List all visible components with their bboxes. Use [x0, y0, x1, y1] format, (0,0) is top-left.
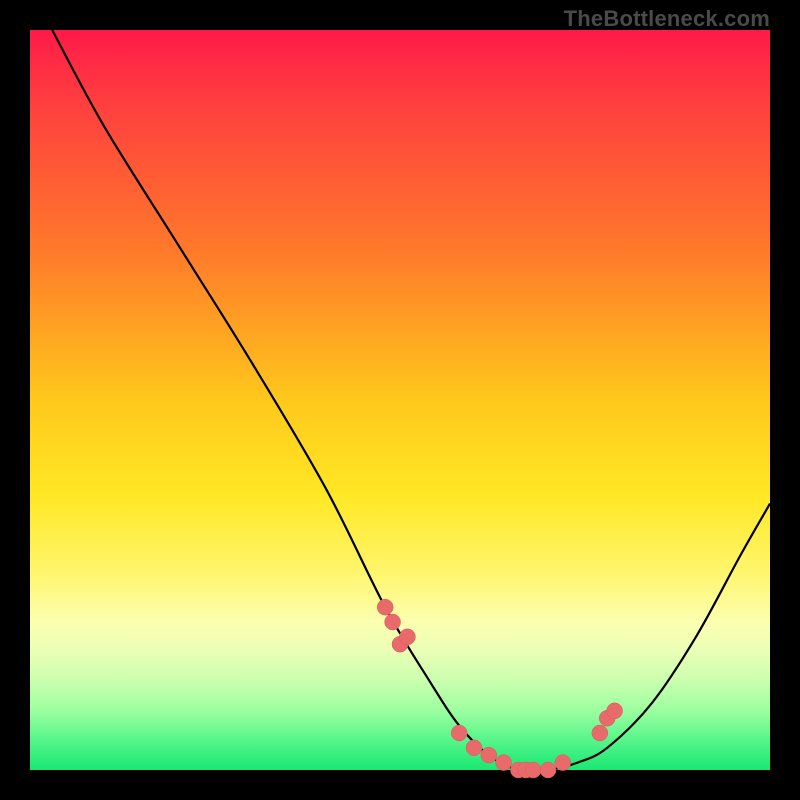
benchmark-dot	[466, 740, 482, 756]
benchmark-dot	[377, 599, 393, 615]
benchmark-dots	[377, 599, 622, 778]
bottleneck-curve	[52, 30, 770, 771]
benchmark-dot	[481, 747, 497, 763]
benchmark-dot	[592, 725, 608, 741]
benchmark-dot	[496, 755, 512, 771]
benchmark-dot	[607, 703, 623, 719]
chart-frame: TheBottleneck.com	[0, 0, 800, 800]
chart-plot-area	[30, 30, 770, 770]
benchmark-dot	[525, 762, 541, 778]
watermark-label: TheBottleneck.com	[564, 6, 770, 32]
benchmark-dot	[399, 629, 415, 645]
benchmark-dot	[385, 614, 401, 630]
benchmark-dot	[451, 725, 467, 741]
benchmark-dot	[555, 755, 571, 771]
benchmark-dot	[540, 762, 556, 778]
chart-svg	[30, 30, 770, 770]
